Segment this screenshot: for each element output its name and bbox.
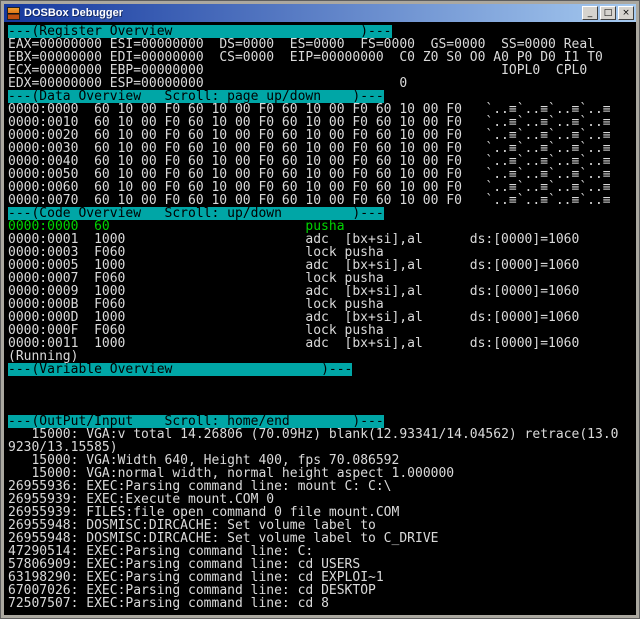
code-opcode-bytes: 60 (94, 219, 110, 234)
code-opcode-bytes: F060 (94, 245, 126, 260)
debugger-console: ---(Register Overview )--- EAX=00000000 … (4, 22, 636, 615)
code-instruction: adc [bx+si],al (305, 336, 423, 351)
close-icon: × (622, 8, 630, 18)
code-opcode-bytes: 1000 (94, 310, 126, 325)
minimize-button[interactable]: _ (582, 6, 598, 20)
dosbox-icon (7, 6, 20, 20)
maximize-button[interactable]: □ (600, 6, 616, 20)
titlebar[interactable]: DOSBox Debugger _ □ × (4, 4, 636, 22)
code-memory-info: ds:[0000]=1060 (469, 310, 580, 325)
code-opcode-bytes: 1000 (94, 258, 126, 273)
debugger-window: DOSBox Debugger _ □ × ---(Register Overv… (0, 0, 640, 619)
register-lines: EAX=00000000 ESI=00000000 DS=0000 ES=000… (8, 38, 636, 90)
log-line: 72507507: EXEC:Parsing command line: cd … (8, 596, 329, 611)
close-button[interactable]: × (618, 6, 634, 20)
code-opcode-bytes: 1000 (94, 284, 126, 299)
code-opcode-bytes: 1000 (94, 336, 126, 351)
code-opcode-bytes: F060 (94, 297, 126, 312)
code-memory-info: ds:[0000]=1060 (469, 232, 580, 247)
window-buttons: _ □ × (582, 6, 634, 20)
output-log: 15000: VGA:v total 14.26806 (70.09Hz) bl… (8, 428, 636, 610)
data-rows: 0000:0000 60 10 00 F0 60 10 00 F0 60 10 0… (8, 103, 636, 207)
code-opcode-bytes: F060 (94, 271, 126, 286)
code-opcode-bytes: 1000 (94, 232, 126, 247)
code-rows: 0000:0000 60 pusha 0000:0001 1000 adc [bx+si]… (8, 220, 636, 350)
minimize-icon: _ (587, 8, 593, 18)
code-memory-info: ds:[0000]=1060 (469, 284, 580, 299)
code-row: 0000:0011 1000 adc [bx+si],al ds:[0000]=106… (8, 337, 636, 350)
window-title: DOSBox Debugger (24, 7, 124, 19)
variable-overview-header: ---(Variable Overview )--- (8, 362, 353, 377)
code-opcode-bytes: F060 (94, 323, 126, 338)
code-memory-info: ds:[0000]=1060 (469, 336, 580, 351)
variable-overview-section-bar: ---(Variable Overview )--- (8, 363, 636, 376)
data-ascii-dump: `..≡`..≡`..≡`..≡ (485, 193, 611, 208)
maximize-icon: □ (603, 8, 613, 18)
code-memory-info: ds:[0000]=1060 (469, 258, 580, 273)
